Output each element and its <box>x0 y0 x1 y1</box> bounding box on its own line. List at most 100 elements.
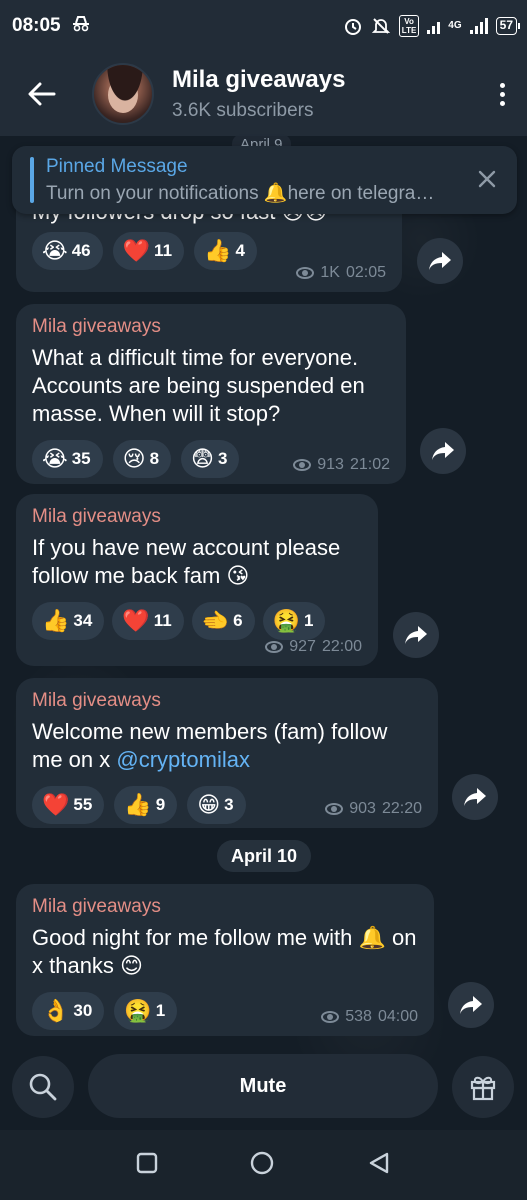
reaction-count: 8 <box>149 449 160 468</box>
reaction-emoji: 😢 <box>122 446 146 471</box>
status-icons: Vo LTE 4G 57 <box>343 15 521 37</box>
reaction-chip[interactable]: 🫲 6 <box>191 602 255 640</box>
message-bubble[interactable]: Mila giveaways If you have new account p… <box>16 494 378 666</box>
message-time: 21:02 <box>349 456 390 473</box>
share-arrow-icon <box>405 626 427 644</box>
reaction-emoji: 😭 <box>42 446 68 471</box>
message-time: 22:00 <box>321 638 362 655</box>
cell-signal-icon <box>469 18 488 34</box>
reaction-chip[interactable]: 👍 4 <box>194 232 257 270</box>
eye-icon <box>321 1011 340 1023</box>
incognito-icon <box>71 15 91 37</box>
eye-icon <box>265 641 284 653</box>
view-count: 903 <box>349 800 376 817</box>
reaction-count: 34 <box>73 611 93 630</box>
view-count: 538 <box>345 1008 372 1025</box>
dot-icon <box>500 91 505 97</box>
reaction-chip[interactable]: 😭 35 <box>32 440 103 478</box>
reaction-count: 3 <box>217 449 228 468</box>
reaction-count: 55 <box>73 795 93 814</box>
home-button[interactable] <box>249 1150 275 1181</box>
reaction-emoji: 😭 <box>42 238 68 263</box>
back-button[interactable] <box>12 64 72 124</box>
square-icon <box>136 1152 158 1173</box>
reaction-chip[interactable]: 👍 9 <box>114 786 178 824</box>
status-bar: 08:05 Vo LTE 4G 57 <box>0 0 527 52</box>
reaction-chip[interactable]: ❤️ 11 <box>112 602 184 640</box>
volte-icon: Vo LTE <box>398 15 420 37</box>
pinned-preview: Turn on your notifications 🔔here on tele… <box>46 182 435 204</box>
status-time: 08:05 <box>12 15 61 36</box>
share-button[interactable] <box>452 774 498 820</box>
reaction-count: 1 <box>155 1001 166 1020</box>
message-meta: 903 22:20 <box>325 800 422 818</box>
share-button[interactable] <box>420 428 466 474</box>
reaction-chip[interactable]: 😭 46 <box>32 232 103 270</box>
gift-icon <box>470 1076 496 1101</box>
reaction-count: 4 <box>235 241 245 260</box>
reaction-count: 46 <box>71 241 91 260</box>
reaction-count: 30 <box>73 1001 93 1020</box>
eye-icon <box>293 459 312 471</box>
reaction-chip[interactable]: 😨 3 <box>181 440 240 478</box>
search-button[interactable] <box>12 1056 74 1118</box>
mute-bell-icon <box>371 16 391 36</box>
reaction-chip[interactable]: 👌 30 <box>32 992 105 1030</box>
gift-button[interactable] <box>452 1056 514 1118</box>
view-count: 1K <box>320 264 340 281</box>
reaction-chip[interactable]: 😁 3 <box>187 786 246 824</box>
sender-name: Mila giveaways <box>32 316 161 337</box>
reaction-count: 1 <box>304 611 314 630</box>
mute-button[interactable]: Mute <box>88 1054 438 1118</box>
pinned-label: Pinned Message <box>46 155 188 177</box>
reaction-chip[interactable]: 👍 34 <box>32 602 105 640</box>
message-bubble[interactable]: Mila giveaways What a difficult time for… <box>16 304 406 484</box>
message-meta: 1K 02:05 <box>296 264 386 282</box>
message-bubble[interactable]: Mila giveaways Good night for me follow … <box>16 884 434 1036</box>
pinned-indicator <box>30 157 34 203</box>
message-meta: 927 22:00 <box>265 638 362 656</box>
more-options-button[interactable] <box>500 82 505 106</box>
reaction-chip[interactable]: ❤️ 55 <box>32 786 105 824</box>
reaction-emoji: 😨 <box>191 446 214 471</box>
share-arrow-icon <box>460 996 482 1014</box>
close-icon <box>478 170 496 187</box>
pinned-message-bar[interactable]: Pinned Message Turn on your notification… <box>12 146 517 214</box>
reaction-emoji: 👍 <box>124 792 152 817</box>
reaction-emoji: ❤️ <box>122 238 151 263</box>
eye-icon <box>296 267 315 279</box>
reaction-chip[interactable]: 🤮 1 <box>262 602 326 640</box>
triangle-back-icon <box>369 1152 389 1173</box>
arrow-left-icon <box>28 82 56 106</box>
message-time: 02:05 <box>345 264 386 281</box>
reaction-chip[interactable]: 😢 8 <box>112 440 172 478</box>
reactions-row: 👍 34 ❤️ 11 🫲 6 🤮 1 <box>32 602 362 640</box>
recents-button[interactable] <box>136 1152 158 1179</box>
profile-link[interactable]: @cryptomilax <box>116 747 250 772</box>
alarm-icon <box>343 16 363 36</box>
eye-icon <box>325 803 344 815</box>
close-pinned-button[interactable] <box>477 165 497 196</box>
message-time: 22:20 <box>381 800 422 817</box>
reaction-emoji: 🫲 <box>201 608 230 633</box>
message-text: Welcome new members (fam) follow me on x… <box>32 718 422 774</box>
system-nav-bar <box>0 1130 527 1200</box>
back-nav-button[interactable] <box>367 1151 391 1180</box>
share-button[interactable] <box>393 612 439 658</box>
network-type: 4G <box>448 20 462 31</box>
message-text: Good night for me follow me with 🔔 on x … <box>32 925 417 978</box>
reaction-count: 6 <box>233 611 243 630</box>
reaction-count: 11 <box>153 611 172 630</box>
share-button[interactable] <box>417 238 463 284</box>
share-button[interactable] <box>448 982 494 1028</box>
battery-icon: 57 <box>495 17 521 35</box>
channel-header: Mila giveaways 3.6K subscribers <box>0 52 527 136</box>
channel-subtitle: 3.6K subscribers <box>172 100 314 121</box>
reaction-chip[interactable]: 🤮 1 <box>114 992 178 1030</box>
message-bubble[interactable]: Mila giveaways Welcome new members (fam)… <box>16 678 438 828</box>
reaction-chip[interactable]: ❤️ 11 <box>112 232 185 270</box>
search-icon <box>29 1073 57 1101</box>
channel-info[interactable]: Mila giveaways 3.6K subscribers <box>172 66 345 122</box>
reaction-emoji: 🤮 <box>124 998 152 1023</box>
channel-avatar[interactable] <box>92 63 154 125</box>
